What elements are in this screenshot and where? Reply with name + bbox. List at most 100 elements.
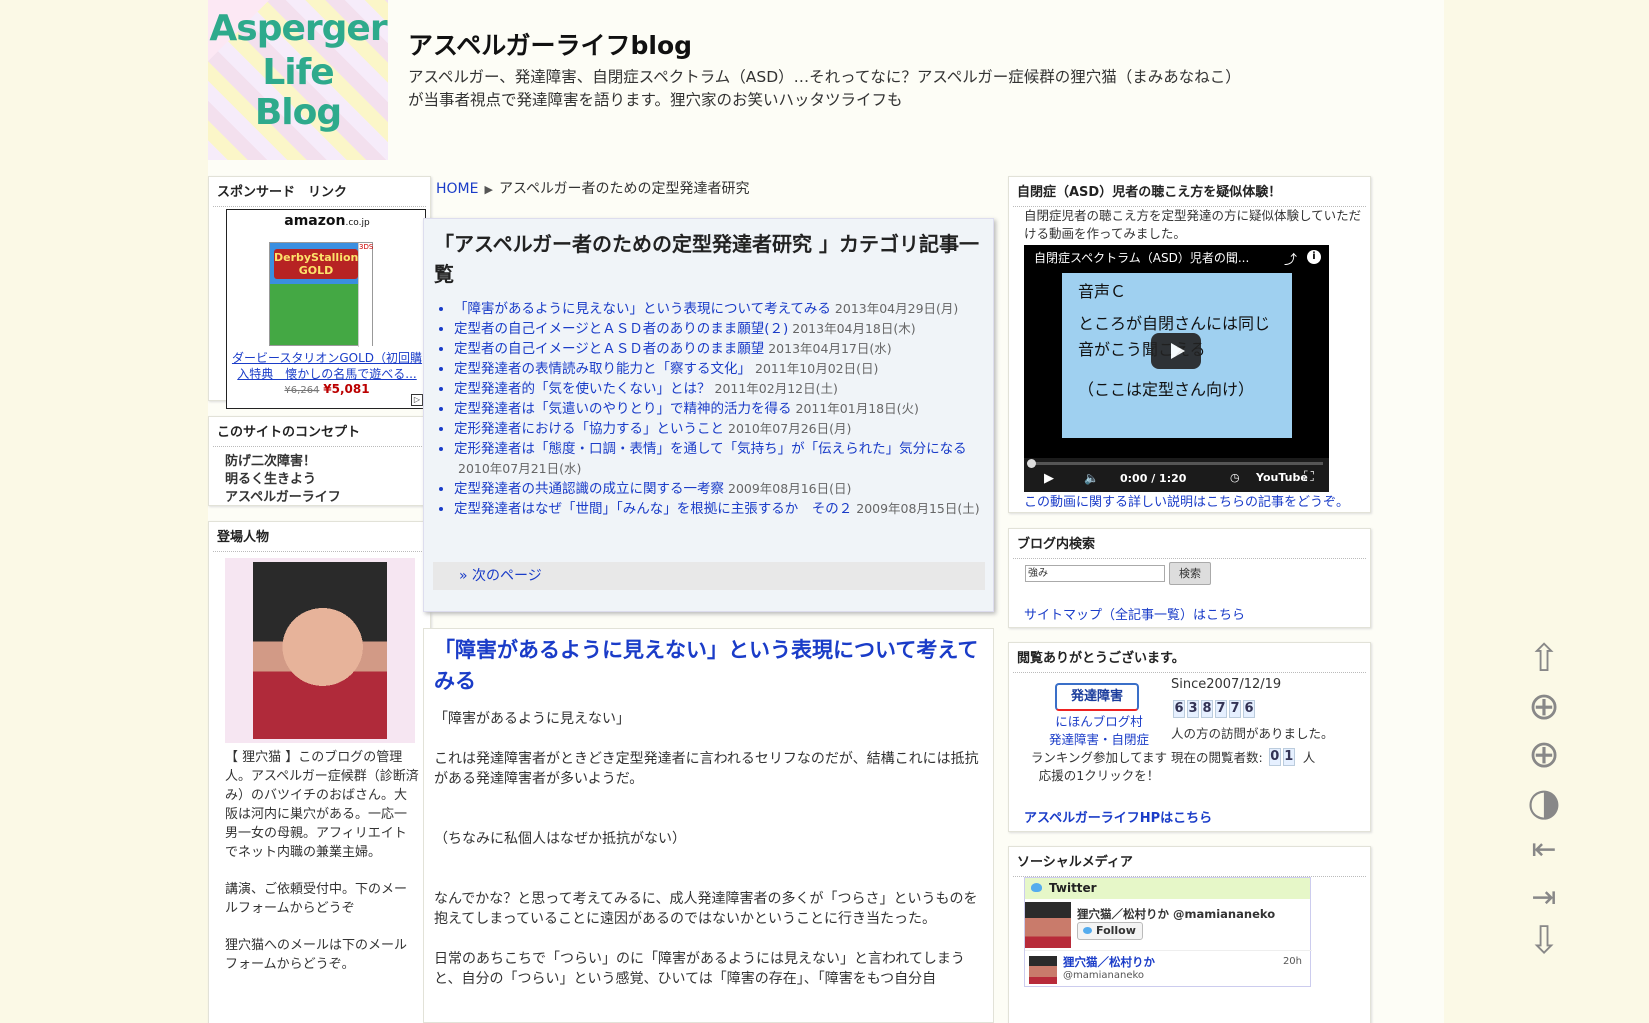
video-title[interactable]: 自閉症スペクトラム（ASD）児者の聞... bbox=[1034, 249, 1284, 266]
visits-panel: 閲覧ありがとうございます。 発達障害 にほんブログ村 発達障害・自閉症 ランキン… bbox=[1008, 642, 1371, 832]
video-controls: ▶ 🔈 0:00 / 1:20 ◷ YouTube ⛶ bbox=[1024, 458, 1329, 492]
sponsor-heading: スポンサード リンク bbox=[213, 177, 426, 207]
product-badge: DerbyStallion GOLD bbox=[274, 249, 359, 279]
category-list: 「障害があるように見えない」という表現について考えてみる2013年04月29日(… bbox=[454, 299, 989, 519]
list-item: 定型者の自己イメージとＡＳＤ者のありのまま願望(２)2013年04月18日(木) bbox=[454, 319, 989, 339]
breadcrumb-home[interactable]: HOME bbox=[436, 181, 478, 197]
fullscreen-icon[interactable]: ⛶ bbox=[1304, 469, 1314, 485]
product-price: ¥6,264 ¥5,081 bbox=[284, 382, 370, 396]
search-heading: ブログ内検索 bbox=[1013, 529, 1366, 559]
search-button[interactable]: 検索 bbox=[1169, 562, 1211, 585]
article-link[interactable]: 定型発達者の共通認識の成立に関する一考察 bbox=[454, 481, 724, 497]
blogmura-banner[interactable]: 発達障害 bbox=[1055, 683, 1139, 711]
search-panel: ブログ内検索 強み 検索 サイトマップ（全記事一覧）はこちら bbox=[1008, 528, 1371, 628]
zoom-in-alt-icon[interactable]: ⊕ bbox=[1522, 732, 1566, 776]
concept-line: 明るく生きよう bbox=[225, 472, 317, 487]
visit-count-suffix: 人の方の訪問がありました。 bbox=[1171, 726, 1334, 741]
video-detail-link[interactable]: この動画に関する詳しい説明はこちらの記事をどうぞ。 bbox=[1024, 491, 1349, 510]
list-item: 定型発達者的「気を使いたくない」とは？2011年02月12日(土) bbox=[454, 379, 989, 399]
arrow-up-icon[interactable]: ⇧ bbox=[1522, 636, 1566, 680]
site-logo[interactable]: Asperger Life Blog bbox=[208, 0, 388, 160]
visit-counter: 638776 bbox=[1173, 700, 1255, 718]
article-link[interactable]: 定形発達者における「協力する」ということ bbox=[454, 421, 724, 437]
hp-link[interactable]: アスペルガーライフHPはこちら bbox=[1024, 807, 1212, 826]
breadcrumb: HOME ▶ アスペルガー者のための定型発達者研究 bbox=[428, 177, 988, 205]
info-icon[interactable]: i bbox=[1307, 250, 1321, 264]
blogmura-category-link[interactable]: 発達障害・自閉症 bbox=[1049, 732, 1149, 747]
twitter-bird-icon bbox=[1083, 927, 1092, 934]
article-link[interactable]: 定型発達者は「気遣いのやりとり」で精神的活力を得る bbox=[454, 401, 792, 417]
blogmura-link[interactable]: にほんブログ村 bbox=[1055, 714, 1143, 729]
platform-label: 3DS bbox=[358, 243, 373, 347]
social-panel: ソーシャルメディア Twitter 狸穴猫／松村りか @mamiananeko … bbox=[1008, 846, 1371, 1023]
article-link[interactable]: 定型発達者の表情読み取り能力と「察する文化」 bbox=[454, 361, 751, 377]
next-page-link[interactable]: » 次のページ bbox=[433, 562, 985, 590]
logo-word-2: Life bbox=[262, 52, 334, 93]
video-player[interactable]: 自閉症スペクトラム（ASD）児者の聞... ⤴ i 音声Ｃ ところが自閉さんには… bbox=[1024, 245, 1329, 492]
characters-heading: 登場人物 bbox=[213, 522, 426, 552]
first-page-icon[interactable]: ⇤ bbox=[1522, 828, 1566, 872]
adchoices-icon[interactable]: ▷ bbox=[411, 394, 423, 406]
mail-note: 狸穴猫へのメールは下のメールフォームからどうぞ。 bbox=[225, 938, 408, 972]
list-item: 定型者の自己イメージとＡＳＤ者のありのまま願望2013年04月17日(水) bbox=[454, 339, 989, 359]
zoom-in-icon[interactable]: ⊕ bbox=[1522, 684, 1566, 728]
product-link[interactable]: ダービースタリオンGOLD（初回購入特典 懐かしの名馬で遊べる... bbox=[231, 350, 423, 382]
site-title[interactable]: アスペルガーライフblog bbox=[408, 26, 692, 62]
twitter-header: Twitter bbox=[1025, 878, 1310, 899]
characters-panel: 登場人物 【 狸穴猫 】このブログの管理人。アスペルガー症候群（診断済み）のバツ… bbox=[208, 521, 431, 1023]
current-viewers: 現在の閲覧者数: 01 人 bbox=[1171, 747, 1316, 766]
article-link[interactable]: 「障害があるように見えない」という表現について考えてみる bbox=[454, 301, 831, 317]
blogmura-text: にほんブログ村 発達障害・自閉症 ランキング参加してます 応援の1クリックを！ bbox=[1030, 714, 1168, 783]
contrast-icon[interactable]: ◑ bbox=[1522, 780, 1566, 824]
last-page-icon[interactable]: ⇥ bbox=[1522, 876, 1566, 920]
video-time: 0:00 / 1:20 bbox=[1120, 472, 1187, 485]
play-button[interactable] bbox=[1151, 333, 1201, 369]
video-heading: 自閉症（ASD）児者の聴こえ方を疑似体験！ bbox=[1013, 177, 1366, 207]
article-link[interactable]: 定型発達者はなぜ「世間」「みんな」を根拠に主張するか その２ bbox=[454, 501, 852, 517]
article-link[interactable]: 定型者の自己イメージとＡＳＤ者のありのまま願望(２) bbox=[454, 321, 788, 337]
site-header: Asperger Life Blog アスペルガーライフblog アスペルガー、… bbox=[208, 0, 1444, 175]
page: Asperger Life Blog アスペルガーライフblog アスペルガー、… bbox=[208, 0, 1444, 1023]
visits-heading: 閲覧ありがとうございます。 bbox=[1013, 643, 1366, 673]
article-link[interactable]: 定形発達者は「態度・口調・表情」を通して「気持ち」が「伝えられた」気分になる bbox=[454, 441, 967, 457]
category-title: 「アスペルガー者のための定型発達者研究 」カテゴリ記事一覧 bbox=[434, 232, 979, 286]
concept-line: 防げ二次障害！ bbox=[225, 454, 317, 469]
play-icon[interactable]: ▶ bbox=[1044, 471, 1054, 486]
author-photo bbox=[225, 558, 415, 743]
twitter-widget: Twitter 狸穴猫／松村りか @mamiananeko Follow 狸穴猫… bbox=[1024, 877, 1312, 987]
search-input[interactable]: 強み bbox=[1025, 565, 1165, 582]
article-link[interactable]: 定型者の自己イメージとＡＳＤ者のありのまま願望 bbox=[454, 341, 764, 357]
video-intro: 自閉症児者の聴こえ方を定型発達の方に疑似体験していただける動画を作ってみました。 bbox=[1024, 208, 1362, 241]
volume-icon[interactable]: 🔈 bbox=[1084, 471, 1099, 485]
article-link[interactable]: 定型発達者的「気を使いたくない」とは？ bbox=[454, 381, 711, 397]
tweet-author[interactable]: 狸穴猫／松村りか bbox=[1063, 954, 1155, 970]
list-item: 定型発達者は「気遣いのやりとり」で精神的活力を得る2011年01月18日(火) bbox=[454, 399, 989, 419]
youtube-logo[interactable]: YouTube bbox=[1256, 471, 1308, 484]
lecture-note: 講演、ご依頼受付中。下のメールフォームからどうぞ bbox=[225, 882, 408, 916]
clock-icon[interactable]: ◷ bbox=[1230, 471, 1240, 484]
progress-bar[interactable] bbox=[1027, 459, 1323, 468]
list-item: 定形発達者は「態度・口調・表情」を通して「気持ち」が「伝えられた」気分になる20… bbox=[454, 439, 989, 479]
sitemap-link[interactable]: サイトマップ（全記事一覧）はこちら bbox=[1024, 604, 1245, 623]
social-heading: ソーシャルメディア bbox=[1013, 847, 1366, 877]
article-title[interactable]: 「障害があるように見えない」という表現について考えてみる bbox=[434, 635, 984, 697]
sponsor-panel: スポンサード リンク amazon.co.jp DerbyStallion GO… bbox=[208, 176, 431, 409]
follow-button[interactable]: Follow bbox=[1077, 922, 1143, 940]
avatar[interactable] bbox=[1025, 902, 1071, 948]
amazon-logo: amazon.co.jp bbox=[284, 213, 370, 229]
site-description: アスペルガー、発達障害、自閉症スペクトラム（ASD）…それってなに？アスペルガー… bbox=[408, 68, 1234, 109]
breadcrumb-current: アスペルガー者のための定型発達者研究 bbox=[498, 181, 750, 197]
video-panel: 自閉症（ASD）児者の聴こえ方を疑似体験！ 自閉症児者の聴こえ方を定型発達の方に… bbox=[1008, 176, 1371, 513]
tweet-time[interactable]: 20h bbox=[1283, 956, 1302, 967]
twitter-profile-name[interactable]: 狸穴猫／松村りか @mamiananeko bbox=[1077, 906, 1275, 922]
tweet-avatar[interactable] bbox=[1029, 956, 1057, 984]
amazon-ad[interactable]: amazon.co.jp DerbyStallion GOLD 3DS ダービー… bbox=[226, 209, 426, 409]
logo-word-1: Asperger bbox=[209, 8, 387, 49]
list-item: 定型発達者はなぜ「世間」「みんな」を根拠に主張するか その２2009年08月15… bbox=[454, 499, 989, 519]
list-item: 定形発達者における「協力する」ということ2010年07月26日(月) bbox=[454, 419, 989, 439]
product-image[interactable]: DerbyStallion GOLD 3DS bbox=[269, 242, 373, 347]
share-icon[interactable]: ⤴ bbox=[1284, 249, 1297, 268]
arrow-down-icon[interactable]: ⇩ bbox=[1522, 918, 1566, 962]
list-item: 定型発達者の共通認識の成立に関する一考察2009年08月16日(日) bbox=[454, 479, 989, 499]
tweet-handle[interactable]: @mamiananeko bbox=[1063, 970, 1144, 981]
